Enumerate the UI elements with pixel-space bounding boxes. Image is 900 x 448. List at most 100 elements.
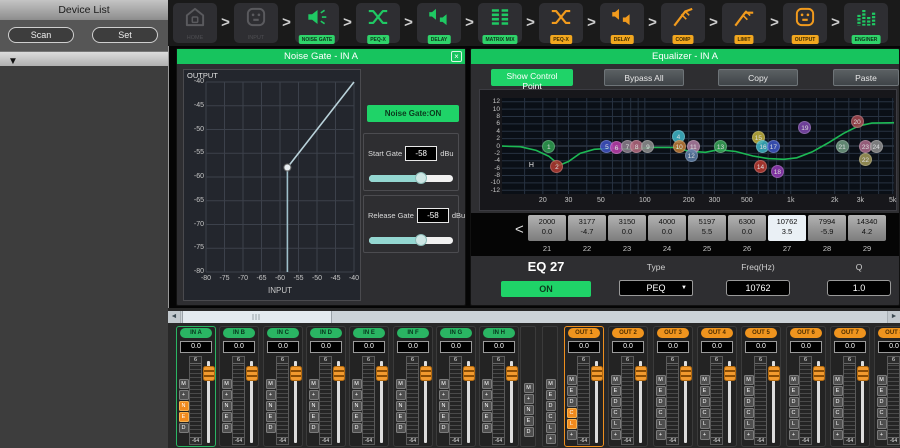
strip-button-M[interactable]: M: [309, 379, 319, 389]
fader-knob[interactable]: [591, 366, 603, 381]
channel-gain-value[interactable]: 0.0: [878, 341, 900, 353]
strip-button-D[interactable]: D: [524, 427, 534, 437]
strip-button-M[interactable]: M: [611, 375, 621, 385]
channel-strip-in-e[interactable]: IN E0.06-64M+NED: [349, 326, 389, 447]
toolbar-item-input[interactable]: INPUT: [234, 3, 278, 43]
fader-knob[interactable]: [813, 366, 825, 381]
band-prev-arrow-icon[interactable]: <: [515, 221, 524, 238]
start-gate-slider[interactable]: [369, 175, 453, 182]
strip-button-N[interactable]: N: [352, 401, 362, 411]
fader-knob[interactable]: [768, 366, 780, 381]
strip-button-D[interactable]: D: [789, 397, 799, 407]
eq-control-point-13[interactable]: 13: [714, 140, 727, 153]
strip-button-D[interactable]: D: [833, 397, 843, 407]
channel-gain-value[interactable]: 0.0: [223, 341, 255, 353]
strip-button-D[interactable]: D: [877, 397, 887, 407]
strip-button-E[interactable]: E: [352, 412, 362, 422]
q-field[interactable]: 1.0: [827, 280, 891, 296]
eq-band-cell-26[interactable]: 63000.0: [728, 215, 766, 241]
fader-knob[interactable]: [203, 366, 215, 381]
strip-button-M[interactable]: M: [396, 379, 406, 389]
start-gate-slider-knob[interactable]: [415, 172, 427, 184]
strip-button-M[interactable]: M: [546, 379, 556, 389]
strip-button-C[interactable]: C: [546, 412, 556, 422]
bypass-all-button[interactable]: Bypass All: [604, 69, 684, 86]
strip-button-E[interactable]: E: [524, 416, 534, 426]
eq-band-cell-28[interactable]: 7994-5.9: [808, 215, 846, 241]
eq-control-point-22[interactable]: 22: [859, 153, 872, 166]
strip-button-D[interactable]: D: [546, 401, 556, 411]
strip-button-C[interactable]: C: [611, 408, 621, 418]
strip-button-M[interactable]: M: [656, 375, 666, 385]
scroll-left-icon[interactable]: ◄: [168, 311, 181, 323]
eq-band-cell-22[interactable]: 3177-4.7: [568, 215, 606, 241]
strip-button-+[interactable]: +: [656, 430, 666, 440]
strip-button-N[interactable]: N: [524, 405, 534, 415]
fader-knob[interactable]: [376, 366, 388, 381]
strip-button-E[interactable]: E: [656, 386, 666, 396]
strip-button-L[interactable]: L: [611, 419, 621, 429]
eq-band-cell-24[interactable]: 40000.0: [648, 215, 686, 241]
eq-band-cell-21[interactable]: 20000.0: [528, 215, 566, 241]
strip-button-D[interactable]: D: [309, 423, 319, 433]
fader-knob[interactable]: [290, 366, 302, 381]
strip-button-+[interactable]: +: [524, 394, 534, 404]
strip-button-E[interactable]: E: [266, 412, 276, 422]
type-dropdown[interactable]: PEQ ▼: [619, 280, 693, 296]
strip-button-E[interactable]: E: [833, 386, 843, 396]
eq-curve-graph[interactable]: 121086420-2-4-6-8-10-1220305010020030050…: [479, 89, 897, 211]
channel-strip-out-7[interactable]: OUT 70.06-64MEDCL+: [830, 326, 870, 447]
strip-button-M[interactable]: M: [789, 375, 799, 385]
strip-button-D[interactable]: D: [656, 397, 666, 407]
strip-button-E[interactable]: E: [439, 412, 449, 422]
strip-button-+[interactable]: +: [179, 390, 189, 400]
strip-button-E[interactable]: E: [744, 386, 754, 396]
scrollbar-thumb[interactable]: [182, 311, 332, 323]
strip-button-E[interactable]: E: [309, 412, 319, 422]
strip-button-M[interactable]: M: [222, 379, 232, 389]
strip-button-L[interactable]: L: [789, 419, 799, 429]
strip-button-D[interactable]: D: [222, 423, 232, 433]
strip-button-L[interactable]: L: [744, 419, 754, 429]
fader-knob[interactable]: [333, 366, 345, 381]
channel-gain-value[interactable]: 0.0: [440, 341, 472, 353]
channel-gain-value[interactable]: 0.0: [267, 341, 299, 353]
strip-button-E[interactable]: E: [611, 386, 621, 396]
eq-control-point-20[interactable]: 20: [851, 115, 864, 128]
eq-control-point-1[interactable]: 1: [542, 140, 555, 153]
strip-button-C[interactable]: C: [567, 408, 577, 418]
channel-gain-value[interactable]: 0.0: [353, 341, 385, 353]
channel-gain-value[interactable]: 0.0: [790, 341, 822, 353]
channel-strip-out-4[interactable]: OUT 40.06-64MEDCL+: [697, 326, 737, 447]
scan-button[interactable]: Scan: [8, 27, 74, 43]
channel-strip-in-g[interactable]: IN G0.06-64M+NED: [436, 326, 476, 447]
freq-field[interactable]: 10762: [726, 280, 790, 296]
strip-button-D[interactable]: D: [611, 397, 621, 407]
strip-button-+[interactable]: +: [744, 430, 754, 440]
strip-button-C[interactable]: C: [700, 408, 710, 418]
release-gate-value[interactable]: -58: [417, 208, 449, 223]
strip-button-M[interactable]: M: [700, 375, 710, 385]
strip-button-+[interactable]: +: [396, 390, 406, 400]
toolbar-item-comp[interactable]: COMP: [661, 3, 705, 43]
strip-button-N[interactable]: N: [439, 401, 449, 411]
channel-strip-in-f[interactable]: IN F0.06-64M+NED: [393, 326, 433, 447]
channel-strip-in-d[interactable]: IN D0.06-64M+NED: [306, 326, 346, 447]
strip-button-E[interactable]: E: [789, 386, 799, 396]
eq-band-cell-27[interactable]: 107623.5: [768, 215, 806, 241]
channel-gain-value[interactable]: 0.0: [612, 341, 644, 353]
strip-button-C[interactable]: C: [744, 408, 754, 418]
strip-button-+[interactable]: +: [877, 430, 887, 440]
strip-button-+[interactable]: +: [700, 430, 710, 440]
release-gate-slider[interactable]: [369, 237, 453, 244]
toolbar-item-noise-gate[interactable]: NOISE GATE: [295, 3, 339, 43]
strip-button-E[interactable]: E: [546, 390, 556, 400]
toolbar-item-limit[interactable]: LIMIT: [722, 3, 766, 43]
toolbar-item-peq-x[interactable]: PEQ-X: [539, 3, 583, 43]
channel-strip-out-5[interactable]: OUT 50.06-64MEDCL+: [741, 326, 781, 447]
paste-button[interactable]: Paste: [833, 69, 899, 86]
strip-button-+[interactable]: +: [439, 390, 449, 400]
strip-button-E[interactable]: E: [567, 386, 577, 396]
eq-band-cell-23[interactable]: 31500.0: [608, 215, 646, 241]
channel-gain-value[interactable]: 0.0: [568, 341, 600, 353]
